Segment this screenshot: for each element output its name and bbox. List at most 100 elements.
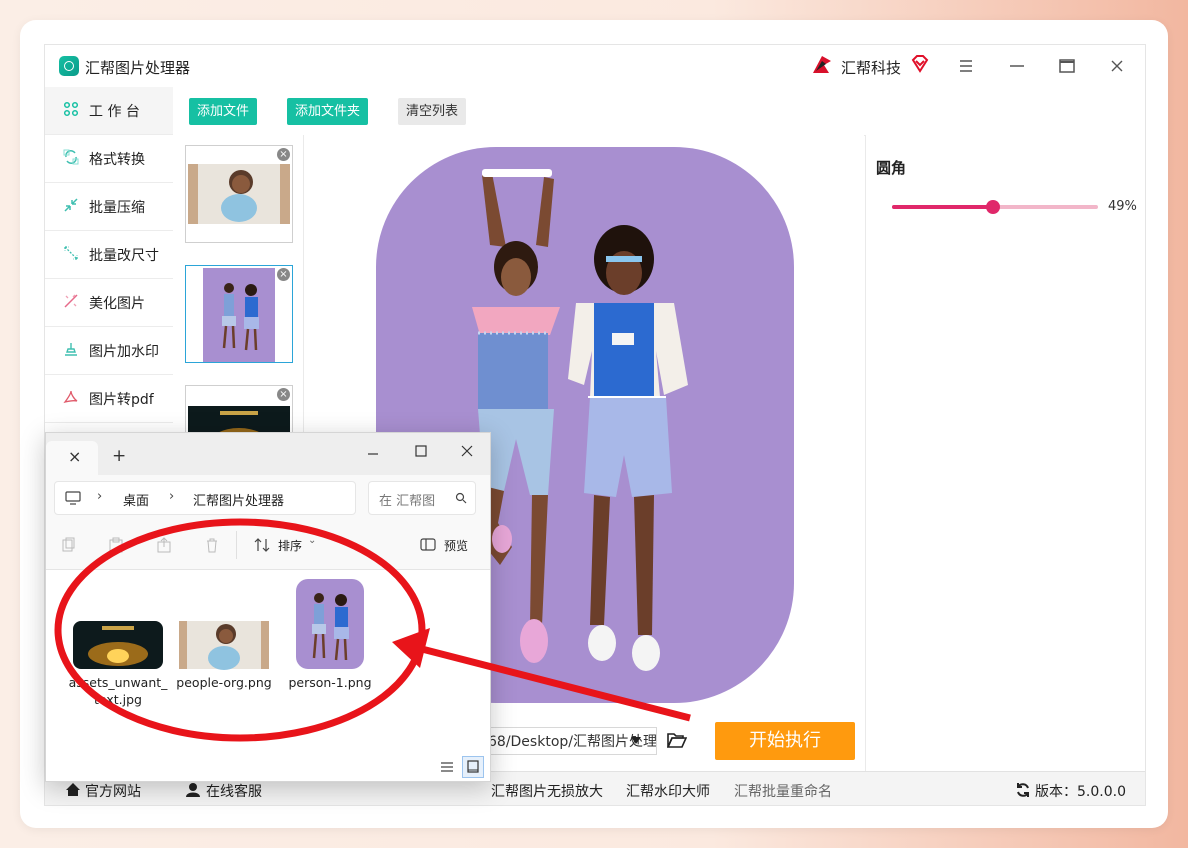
search-placeholder: 在 汇帮图 [379,494,436,509]
file-item-person-1[interactable]: person-1.png [280,578,380,690]
properties-panel: 圆角 49% [865,135,1145,771]
chevron-right-icon: › [169,489,175,504]
file-thumbnail [73,621,163,669]
sidebar-item-label: 图片加水印 [89,344,159,360]
brand-logo-icon [813,56,831,73]
thumbnail-image [203,268,275,362]
official-website-link[interactable]: 官方网站 [85,781,141,801]
details-view-icon[interactable] [438,758,456,776]
user-service-icon [186,783,200,797]
convert-icon [63,149,79,165]
corner-radius-title: 圆角 [876,159,907,177]
paste-icon[interactable] [108,537,124,553]
sidebar-item-format-convert[interactable]: 格式转换 [45,135,173,183]
search-icon [455,492,467,504]
sidebar-item-label: 美化图片 [89,296,145,312]
sidebar-item-label: 批量改尺寸 [89,248,159,264]
close-icon[interactable] [460,443,480,463]
maximize-icon[interactable] [414,443,434,463]
remove-thumbnail-icon[interactable]: × [277,388,290,401]
thumbnail-image [188,164,290,224]
remove-thumbnail-icon[interactable]: × [277,268,290,281]
upscale-link[interactable]: 汇帮图片无损放大 [491,781,603,801]
chevron-right-icon: › [97,489,103,504]
preview-pane-icon[interactable] [420,538,436,551]
explorer-tab[interactable]: × [46,441,98,475]
sidebar-item-to-pdf[interactable]: 图片转pdf [45,375,173,423]
explorer-tab-bar: × + [46,433,490,475]
slider-fill [892,205,993,209]
file-explorer-window: × + › 桌面 › 汇帮图片处理器 在 汇帮图 排序 ⌄ 预览 assets_… [45,432,491,782]
close-icon[interactable] [1106,55,1128,77]
thumbnail-person-1[interactable]: × [185,265,293,363]
watermark-master-link[interactable]: 汇帮水印大师 [626,781,710,801]
add-file-button[interactable]: 添加文件 [189,98,258,125]
explorer-file-area: assets_unwant_text.jpg people-org.png pe… [46,570,490,781]
home-icon [66,783,80,796]
add-folder-button[interactable]: 添加文件夹 [287,98,369,125]
file-item-people-org[interactable]: people-org.png [174,620,274,690]
file-name: assets_unwant_text.jpg [68,675,168,707]
title-bar: 汇帮图片处理器 汇帮科技 [45,45,1145,87]
clear-list-button[interactable]: 清空列表 [398,98,467,125]
batch-rename-link[interactable]: 汇帮批量重命名 [734,781,832,801]
delete-icon[interactable] [204,537,220,553]
sidebar-item-label: 批量压缩 [89,200,145,216]
file-thumbnail [179,621,269,670]
remove-thumbnail-icon[interactable]: × [277,148,290,161]
toolbar: 添加文件 添加文件夹 清空列表 [175,87,1145,136]
sidebar-item-resize[interactable]: 批量改尺寸 [45,231,173,279]
share-icon[interactable] [156,537,172,553]
minimize-icon[interactable] [366,445,386,465]
file-item-assets-unwant-text[interactable]: assets_unwant_text.jpg [68,620,168,707]
sort-button[interactable]: 排序 [278,537,302,554]
slider-value: 49% [1108,199,1137,214]
preview-button[interactable]: 预览 [444,537,468,554]
maximize-icon[interactable] [1056,55,1078,77]
sidebar-item-beautify[interactable]: 美化图片 [45,279,173,327]
copy-icon[interactable] [60,537,76,553]
explorer-command-bar: 排序 ⌄ 预览 [46,521,490,570]
sidebar-item-workbench[interactable]: 工 作 台 [45,87,173,135]
minimize-icon[interactable] [1006,55,1028,77]
online-service-link[interactable]: 在线客服 [206,781,262,801]
corner-radius-slider[interactable] [892,200,1098,214]
folder-open-icon[interactable] [667,731,687,749]
thumbnail-people-org[interactable]: × [185,145,293,243]
sidebar-item-label: 工 作 台 [89,104,140,120]
resize-icon [64,246,78,260]
new-tab-icon[interactable]: + [112,446,126,466]
sort-icon[interactable] [254,537,270,553]
compress-icon [64,198,78,212]
file-name: person-1.png [288,675,372,690]
sidebar-item-watermark[interactable]: 图片加水印 [45,327,173,375]
computer-icon [65,491,81,505]
breadcrumb-folder[interactable]: 汇帮图片处理器 [193,490,284,509]
large-icons-view-icon[interactable] [462,756,484,778]
sidebar-item-compress[interactable]: 批量压缩 [45,183,173,231]
explorer-search-input[interactable]: 在 汇帮图 [368,481,476,515]
sidebar-item-label: 格式转换 [89,152,145,168]
chevron-down-icon[interactable] [631,737,641,744]
refresh-icon[interactable] [1015,782,1031,798]
beautify-icon [64,294,78,308]
watermark-icon [65,343,77,356]
breadcrumb[interactable]: › 桌面 › 汇帮图片处理器 [54,481,356,515]
tab-close-icon[interactable]: × [68,447,81,466]
pdf-icon [63,390,78,404]
grid-icon [63,101,79,117]
menu-icon[interactable] [955,55,977,77]
vip-diamond-icon[interactable] [910,54,930,74]
chevron-down-icon: ⌄ [308,535,317,546]
brand-name: 汇帮科技 [841,59,902,77]
sidebar-item-label: 图片转pdf [89,392,154,408]
app-title: 汇帮图片处理器 [85,59,191,77]
slider-handle[interactable] [985,200,1000,214]
breadcrumb-desktop[interactable]: 桌面 [123,490,149,509]
explorer-address-bar: › 桌面 › 汇帮图片处理器 在 汇帮图 [46,475,490,522]
file-name: people-org.png [176,675,272,690]
app-logo-icon [59,56,79,76]
file-thumbnail [296,579,364,669]
start-button[interactable]: 开始执行 [715,722,855,760]
divider [236,531,237,559]
